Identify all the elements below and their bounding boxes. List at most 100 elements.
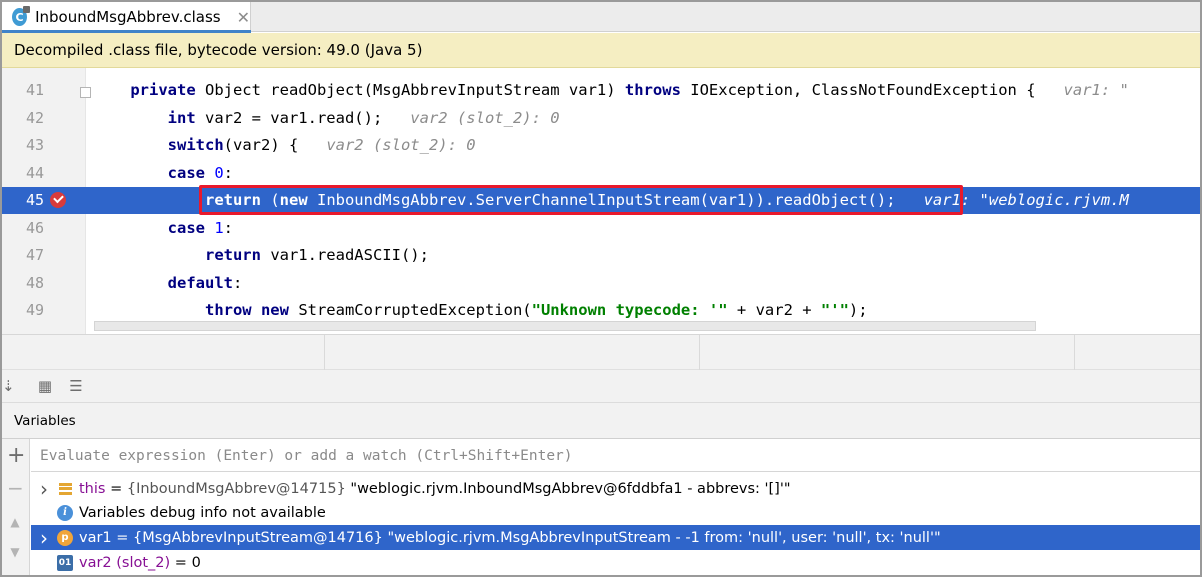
variable-row[interactable]: › p var1 = {MsgAbbrevInputStream@14716} "w… <box>31 525 1200 550</box>
line-number[interactable]: 48 <box>2 270 44 297</box>
info-icon: i <box>57 504 73 521</box>
code-token: : <box>223 219 234 237</box>
variable-row[interactable]: 01 var2 (slot_2) = 0 <box>31 550 1200 575</box>
panel-splitter[interactable] <box>2 334 1200 371</box>
notice-text: Decompiled .class file, bytecode version… <box>14 41 423 59</box>
code-token: IOException, ClassNotFoundException { <box>690 81 1064 99</box>
variable-name: this <box>79 480 106 497</box>
code-text: return var1.readASCII(); <box>93 242 429 269</box>
code-token: StreamCorruptedException( <box>298 301 532 319</box>
debugger-toolbar: ⇣ ▦ ☰ <box>2 370 1200 403</box>
code-token: case <box>167 219 215 237</box>
code-token: private <box>130 81 205 99</box>
code-text: throw new StreamCorruptedException("Unkn… <box>93 297 868 324</box>
code-line[interactable]: 41 private Object readObject(MsgAbbrevIn… <box>2 77 1200 104</box>
ide-window: C InboundMsgAbbrev.class ✕ Decompiled .c… <box>0 0 1202 577</box>
variables-header: Variables <box>2 403 1200 439</box>
code-token: throws <box>624 81 691 99</box>
variable-row[interactable]: i Variables debug info not available <box>31 500 1200 525</box>
watch-placeholder: Evaluate expression (Enter) or add a wat… <box>40 447 573 464</box>
line-number[interactable]: 43 <box>2 132 44 159</box>
variable-value: "weblogic.rjvm.MsgAbbrevInputStream - -1… <box>387 529 941 546</box>
line-number[interactable]: 49 <box>2 297 44 324</box>
inline-debug-hint: var2 (slot_2): 0 <box>326 136 476 154</box>
line-number[interactable]: 45 <box>2 187 44 214</box>
code-line[interactable]: 42 int var2 = var1.read(); var2 (slot_2)… <box>2 105 1200 132</box>
editor-tab-bar: C InboundMsgAbbrev.class ✕ <box>2 2 1200 33</box>
code-line[interactable]: 47 return var1.readASCII(); <box>2 242 1200 269</box>
code-token: (var2) { <box>223 136 327 154</box>
move-up-icon[interactable]: ▲ <box>7 513 23 531</box>
cursor-icon[interactable]: ⇣ <box>2 378 15 394</box>
info-text: Variables debug info not available <box>79 504 326 521</box>
code-token: var1.readASCII(); <box>270 246 429 264</box>
chevron-right-icon[interactable]: › <box>31 526 57 550</box>
code-text: private Object readObject(MsgAbbrevInput… <box>93 77 1129 104</box>
code-token: var2 = var1.read(); <box>204 109 411 127</box>
add-icon[interactable]: + <box>7 445 25 467</box>
horizontal-scrollbar[interactable] <box>94 321 1036 331</box>
close-icon[interactable]: ✕ <box>237 8 250 27</box>
code-token: 0 <box>214 164 224 182</box>
highlight-box <box>199 185 963 215</box>
code-token: int <box>167 109 205 127</box>
layout-settings-icon[interactable]: ☰ <box>68 378 84 394</box>
table-view-icon[interactable]: ▦ <box>37 378 53 394</box>
code-line[interactable]: 43 switch(var2) { var2 (slot_2): 0 <box>2 132 1200 159</box>
code-text: default: <box>93 270 243 297</box>
parameter-icon: p <box>57 529 73 546</box>
code-token: + var2 + <box>727 301 821 319</box>
code-token: : <box>223 164 234 182</box>
field-icon <box>57 481 73 497</box>
chevron-right-icon[interactable]: › <box>31 477 57 501</box>
move-down-icon[interactable]: ▼ <box>7 543 23 561</box>
line-number[interactable]: 47 <box>2 242 44 269</box>
line-number[interactable]: 46 <box>2 215 44 242</box>
variable-value: 0 <box>191 554 201 571</box>
remove-icon[interactable]: − <box>7 478 24 498</box>
code-line[interactable]: 44 case 0: <box>2 160 1200 187</box>
line-number[interactable]: 41 <box>2 77 44 104</box>
code-token: : <box>232 274 243 292</box>
variable-equals: = <box>170 554 192 571</box>
code-token: "'" <box>820 301 849 319</box>
inline-debug-hint: var2 (slot_2): 0 <box>410 109 560 127</box>
panel-title: Variables <box>14 412 76 429</box>
variables-side-toolbar: + − ▲ ▼ <box>2 439 30 575</box>
line-number[interactable]: 42 <box>2 105 44 132</box>
variable-type: {InboundMsgAbbrev@14715} <box>126 480 351 497</box>
code-token: case <box>167 164 215 182</box>
variable-name: var2 (slot_2) <box>79 554 171 571</box>
variable-row[interactable]: › this = {InboundMsgAbbrev@14715} "weblog… <box>31 476 1200 501</box>
code-token: ); <box>848 301 868 319</box>
variable-value: "weblogic.rjvm.InboundMsgAbbrev@6fddbfa1… <box>350 480 791 497</box>
variable-type: {MsgAbbrevInputStream@14716} <box>133 529 388 546</box>
fold-icon[interactable] <box>80 87 91 98</box>
tab-label: InboundMsgAbbrev.class <box>35 8 221 26</box>
primitive-icon: 01 <box>57 554 73 571</box>
variable-equals: = <box>105 480 127 497</box>
tab-inboundmsgabbrev[interactable]: C InboundMsgAbbrev.class ✕ <box>2 2 251 33</box>
code-token: switch <box>167 136 224 154</box>
splitter-divider <box>699 335 700 371</box>
code-token: default <box>167 274 233 292</box>
code-token: throw new <box>204 301 299 319</box>
breakpoint-icon[interactable] <box>50 192 66 208</box>
line-number[interactable]: 44 <box>2 160 44 187</box>
code-text: int var2 = var1.read(); var2 (slot_2): 0 <box>93 105 560 132</box>
decompiled-notice: Decompiled .class file, bytecode version… <box>2 33 1200 68</box>
code-text: case 0: <box>93 160 233 187</box>
code-line[interactable]: 46 case 1: <box>2 215 1200 242</box>
code-editor[interactable]: 41 private Object readObject(MsgAbbrevIn… <box>2 68 1200 334</box>
code-line[interactable]: 48 default: <box>2 270 1200 297</box>
code-line[interactable]: 49 throw new StreamCorruptedException("U… <box>2 297 1200 324</box>
watch-input[interactable]: Evaluate expression (Enter) or add a wat… <box>31 440 1200 472</box>
